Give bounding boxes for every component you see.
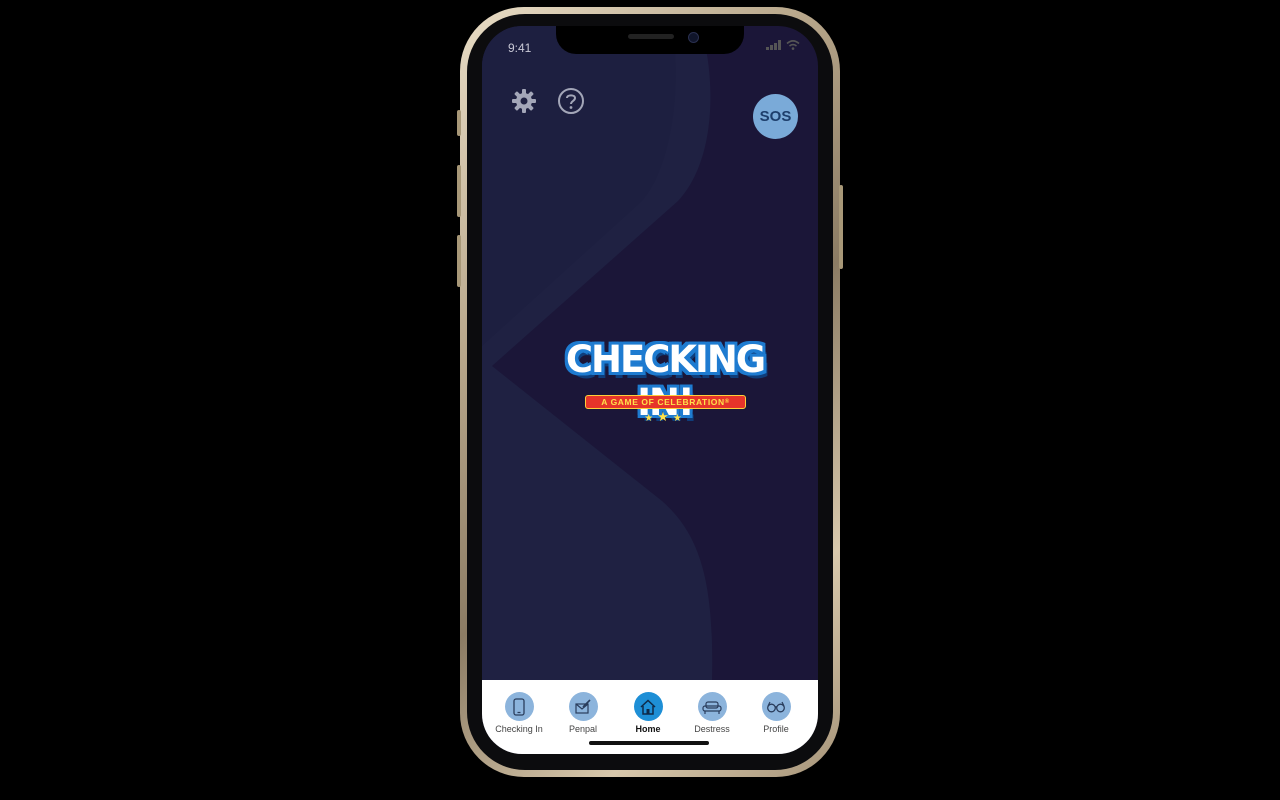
tab-label: Checking In — [495, 724, 543, 734]
status-icons — [766, 40, 800, 50]
home-icon — [640, 698, 656, 715]
signal-icon — [766, 40, 781, 50]
tab-icon-circle — [504, 692, 534, 721]
notch — [556, 26, 744, 54]
tab-icon-circle — [568, 692, 598, 721]
tab-icon-circle — [761, 692, 791, 721]
tab-label: Destress — [694, 724, 730, 734]
home-indicator — [589, 741, 709, 745]
gear-icon — [512, 89, 536, 113]
logo-tagline-banner: A GAME OF CELEBRATION® — [585, 395, 746, 409]
sos-button[interactable]: SOS — [753, 94, 798, 139]
letter-pen-icon — [575, 698, 591, 714]
volume-down-button — [457, 235, 461, 287]
tab-label: Penpal — [568, 724, 598, 734]
volume-up-button — [457, 165, 461, 217]
speaker — [628, 34, 674, 39]
app-screen: 9:41 SOS CHECKING A GAME OF CELEBRATION®… — [482, 26, 818, 754]
logo-trademark: ® — [724, 399, 730, 405]
power-button — [839, 185, 843, 269]
checking-in-logo: CHECKING IN! A GAME OF CELEBRATION® ★★★ — [554, 338, 776, 424]
tab-checking-in[interactable]: Checking In — [487, 692, 551, 734]
tab-label: Profile — [763, 724, 789, 734]
phone-icon — [513, 697, 525, 716]
logo-stars: ★★★ — [644, 409, 686, 424]
tab-penpal[interactable]: Penpal — [551, 692, 615, 734]
tab-label: Home — [635, 724, 661, 734]
tab-icon-circle — [633, 692, 663, 721]
tab-home[interactable]: Home — [616, 692, 680, 734]
settings-button[interactable] — [510, 87, 538, 115]
tab-destress[interactable]: Destress — [680, 692, 744, 734]
bottom-tab-bar: Checking In Penpal Home Destress Profile — [482, 680, 818, 754]
logo-tagline: A GAME OF CELEBRATION — [601, 397, 725, 407]
tab-icon-circle — [697, 692, 727, 721]
wifi-icon — [786, 40, 800, 50]
help-button[interactable] — [557, 87, 585, 115]
mute-switch — [457, 110, 461, 136]
camera — [688, 32, 699, 43]
question-circle-icon — [558, 88, 584, 114]
tab-profile[interactable]: Profile — [744, 692, 808, 734]
status-time: 9:41 — [508, 41, 532, 55]
couch-icon — [702, 700, 722, 714]
glasses-icon — [767, 701, 785, 712]
